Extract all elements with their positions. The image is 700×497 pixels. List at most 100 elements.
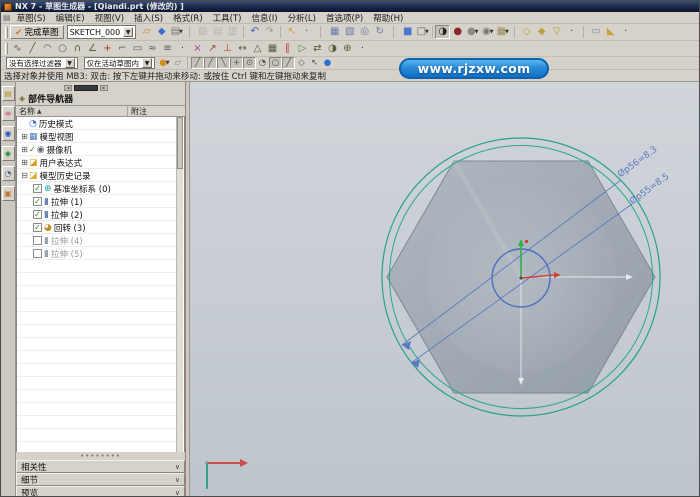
shaded-view-icon[interactable]: ■	[400, 25, 415, 39]
more-curves-icon[interactable]: ·	[175, 42, 190, 56]
grid-display-icon[interactable]: ▦▼	[495, 25, 510, 39]
quadrant-snap-icon[interactable]: ◔	[256, 57, 269, 69]
tree-item[interactable]: ▮拉伸 (5)	[17, 247, 184, 260]
work-plane-icon[interactable]: ▱	[171, 57, 184, 69]
system-materials-icon[interactable]: ▣	[2, 186, 15, 201]
mid-point-snap-icon[interactable]: ╱	[204, 57, 217, 69]
more-options-1-icon[interactable]: ·	[299, 25, 314, 39]
assembly-navigator-icon[interactable]: ▤	[2, 86, 15, 101]
chevron-down-icon[interactable]: ▼	[65, 58, 75, 68]
control-point-snap-icon[interactable]: ╲	[217, 57, 230, 69]
orient-view-iso-icon[interactable]: ▽	[549, 25, 564, 39]
history-icon[interactable]: ◔	[2, 166, 15, 181]
cursor-location-icon[interactable]: ↖	[308, 57, 321, 69]
arc-icon[interactable]: ◠	[40, 42, 55, 56]
scrollbar-thumb[interactable]	[74, 85, 98, 91]
chevron-down-icon[interactable]: ▼	[123, 27, 133, 37]
menu-view[interactable]: 视图(V)	[91, 12, 128, 24]
checkbox-unchecked[interactable]	[33, 249, 42, 258]
chevron-down-icon[interactable]: ▼	[142, 58, 152, 68]
point-icon[interactable]: +	[100, 42, 115, 56]
snapshot-icon[interactable]: ◣	[603, 25, 618, 39]
orient-view-front-icon[interactable]: ◆	[534, 25, 549, 39]
wireframe-view-icon[interactable]: □▼	[415, 25, 430, 39]
menu-information[interactable]: 信息(I)	[247, 12, 281, 24]
chevron-down-icon[interactable]: ▼	[425, 30, 429, 35]
undo-icon[interactable]: ↶	[247, 25, 262, 39]
checkbox-checked[interactable]: ✓	[33, 184, 42, 193]
reuse-library-icon[interactable]: ◆	[2, 146, 15, 161]
menu-preferences[interactable]: 首选项(P)	[322, 12, 367, 24]
tree-item[interactable]: ⊟◪模型历史记录	[17, 169, 184, 182]
line-icon[interactable]: ╱	[25, 42, 40, 56]
profile-icon[interactable]: ∿	[10, 42, 25, 56]
rotate-view-icon[interactable]: ↻	[372, 25, 387, 39]
chevron-down-icon[interactable]: ∨	[175, 463, 180, 471]
checkbox-checked[interactable]: ✓	[33, 210, 42, 219]
sphere-point-icon[interactable]: ●	[321, 57, 334, 69]
end-point-snap-icon[interactable]: ╱	[191, 57, 204, 69]
graphics-viewport[interactable]: Øp56=8.3 Øp55=8.5	[190, 82, 699, 497]
checkbox-checked[interactable]: ✓	[33, 197, 42, 206]
sketch-style-icon[interactable]: ▤▼	[169, 25, 184, 39]
rectangle-icon[interactable]: ▭	[130, 42, 145, 56]
tree-vertical-scrollbar[interactable]	[176, 117, 183, 452]
menu-edit[interactable]: 编辑(E)	[52, 12, 89, 24]
menu-analysis[interactable]: 分析(L)	[284, 12, 320, 24]
chevron-down-icon[interactable]: ▼	[475, 30, 479, 35]
checkbox-checked[interactable]: ✓	[33, 223, 42, 232]
document-icon[interactable]: ▤	[3, 14, 11, 22]
tree-item[interactable]: ✓⊕基准坐标系 (0)	[17, 182, 184, 195]
face-analysis-icon[interactable]: ◉▼	[480, 25, 495, 39]
tree-item[interactable]: ⊞◪用户表达式	[17, 156, 184, 169]
chevron-down-icon[interactable]: ▼	[505, 30, 509, 35]
tree-item[interactable]: ✓▮拉伸 (2)	[17, 208, 184, 221]
expand-icon[interactable]: ⊞	[20, 158, 29, 167]
tree-item[interactable]: ◔历史模式	[17, 117, 184, 130]
menu-sketch[interactable]: 草图(S)	[13, 12, 50, 24]
chevron-down-icon[interactable]: ∨	[175, 489, 180, 497]
reattach-sketch-icon[interactable]: ▱	[139, 25, 154, 39]
column-name[interactable]: 名称 ▲	[16, 106, 128, 116]
quick-trim-icon[interactable]: ×	[190, 42, 205, 56]
auto-dimension-icon[interactable]: △	[250, 42, 265, 56]
menu-tools[interactable]: 工具(T)	[209, 12, 246, 24]
panel-resize-handle[interactable]: ••••••••	[16, 452, 185, 460]
toolbar-grip[interactable]	[5, 27, 8, 38]
continuous-auto-dim-icon[interactable]: ⊕	[340, 42, 355, 56]
selection-cursor-icon[interactable]: ↖	[284, 25, 299, 39]
collapse-icon[interactable]: ⊟	[20, 171, 29, 180]
tree-item[interactable]: ✓◕回转 (3)	[17, 221, 184, 234]
section-preview[interactable]: 预览∨	[16, 486, 185, 497]
convert-to-reference-icon[interactable]: ⇄	[310, 42, 325, 56]
sketch-origin-point[interactable]	[519, 276, 522, 279]
zoom-icon[interactable]: ◎	[357, 25, 372, 39]
tree-item[interactable]: ⊞✓◉摄像机	[17, 143, 184, 156]
studio-spline-icon[interactable]: ≈	[145, 42, 160, 56]
animate-dimension-icon[interactable]: ▷	[295, 42, 310, 56]
scrollbar-thumb[interactable]	[177, 117, 183, 169]
chevron-down-icon[interactable]: ▼	[166, 61, 170, 66]
circle-icon[interactable]: ○	[55, 42, 70, 56]
scroll-right-icon[interactable]: ►	[100, 85, 108, 91]
selection-filter-combo[interactable]: 没有选择过滤器 ▼	[6, 57, 78, 69]
panel-horizontal-scrollbar[interactable]: ◄ ►	[64, 84, 116, 91]
existing-point-snap-icon[interactable]: ○	[269, 57, 282, 69]
inferred-constraints-icon[interactable]: ⊥	[220, 42, 235, 56]
selection-scope-combo[interactable]: 仅在活动草图内 ▼	[84, 57, 156, 69]
section-dependencies[interactable]: 相关性∨	[16, 460, 185, 473]
sketch-canvas[interactable]: Øp56=8.3 Øp55=8.5	[190, 82, 699, 497]
zoom-window-icon[interactable]: ▧	[342, 25, 357, 39]
show-constraints-icon[interactable]: ▦	[265, 42, 280, 56]
inferred-dimensions-icon[interactable]: ↔	[235, 42, 250, 56]
column-comment[interactable]: 附注	[128, 106, 185, 116]
intersection-snap-icon[interactable]: +	[230, 57, 243, 69]
menu-help[interactable]: 帮助(H)	[369, 12, 407, 24]
redo-icon[interactable]: ↷	[262, 25, 277, 39]
tree-item[interactable]: ⊞▦模型视图	[17, 130, 184, 143]
derived-lines-icon[interactable]: ∠	[85, 42, 100, 56]
menu-format[interactable]: 格式(R)	[169, 12, 207, 24]
sort-ascending-icon[interactable]: ▲	[37, 108, 42, 115]
more-constraints-icon[interactable]: ·	[355, 42, 370, 56]
checkbox-unchecked[interactable]	[33, 236, 42, 245]
